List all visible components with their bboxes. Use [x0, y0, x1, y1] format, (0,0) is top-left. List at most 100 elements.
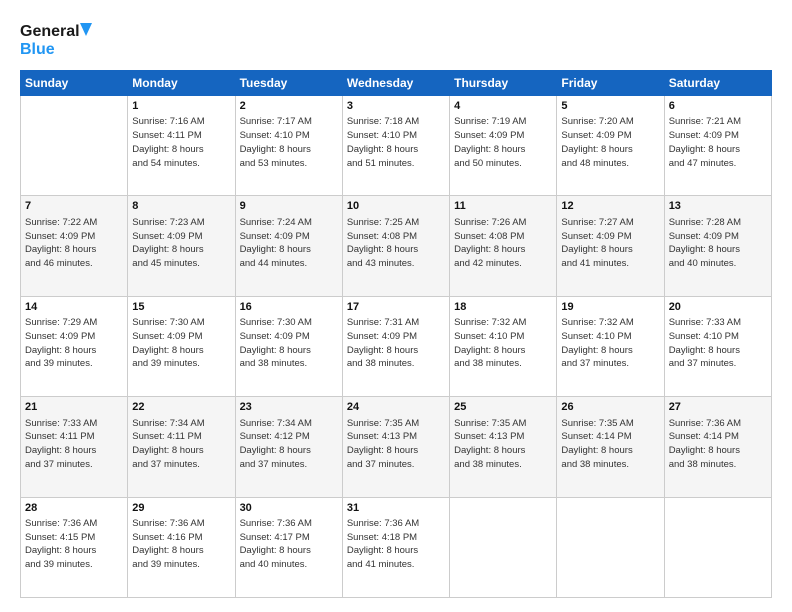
day-number: 28 [25, 501, 123, 516]
day-info: Sunrise: 7:17 AM Sunset: 4:10 PM Dayligh… [240, 115, 338, 170]
calendar-cell: 11 Sunrise: 7:26 AM Sunset: 4:08 PM Dayli… [450, 196, 557, 296]
calendar-body: 1Sunrise: 7:16 AM Sunset: 4:11 PM Daylig… [21, 96, 772, 598]
column-header-saturday: Saturday [664, 71, 771, 96]
day-info: Sunrise: 7:36 AM Sunset: 4:18 PM Dayligh… [347, 517, 445, 572]
day-info: Sunrise: 7:36 AM Sunset: 4:14 PM Dayligh… [669, 417, 767, 472]
day-number: 12 [561, 199, 659, 214]
calendar-cell: 3Sunrise: 7:18 AM Sunset: 4:10 PM Daylig… [342, 96, 449, 196]
week-row-3: 14Sunrise: 7:29 AM Sunset: 4:09 PM Dayli… [21, 296, 772, 396]
day-info: Sunrise: 7:22 AM Sunset: 4:09 PM Dayligh… [25, 216, 123, 271]
calendar-cell: 9 Sunrise: 7:24 AM Sunset: 4:09 PM Daylig… [235, 196, 342, 296]
header: GeneralBlue [20, 18, 772, 60]
day-info: Sunrise: 7:30 AM Sunset: 4:09 PM Dayligh… [240, 316, 338, 371]
calendar-cell: 27 Sunrise: 7:36 AM Sunset: 4:14 PM Dayli… [664, 397, 771, 497]
day-info: Sunrise: 7:31 AM Sunset: 4:09 PM Dayligh… [347, 316, 445, 371]
calendar-cell: 15Sunrise: 7:30 AM Sunset: 4:09 PM Dayli… [128, 296, 235, 396]
day-info: Sunrise: 7:35 AM Sunset: 4:13 PM Dayligh… [454, 417, 552, 472]
day-info: Sunrise: 7:19 AM Sunset: 4:09 PM Dayligh… [454, 115, 552, 170]
day-info: Sunrise: 7:30 AM Sunset: 4:09 PM Dayligh… [132, 316, 230, 371]
day-number: 2 [240, 99, 338, 114]
calendar-cell: 30Sunrise: 7:36 AM Sunset: 4:17 PM Dayli… [235, 497, 342, 597]
column-header-monday: Monday [128, 71, 235, 96]
day-number: 14 [25, 300, 123, 315]
day-info: Sunrise: 7:29 AM Sunset: 4:09 PM Dayligh… [25, 316, 123, 371]
calendar-cell: 28Sunrise: 7:36 AM Sunset: 4:15 PM Dayli… [21, 497, 128, 597]
day-info: Sunrise: 7:35 AM Sunset: 4:13 PM Dayligh… [347, 417, 445, 472]
calendar-cell: 17Sunrise: 7:31 AM Sunset: 4:09 PM Dayli… [342, 296, 449, 396]
day-number: 24 [347, 400, 445, 415]
calendar-cell: 12Sunrise: 7:27 AM Sunset: 4:09 PM Dayli… [557, 196, 664, 296]
calendar-cell: 10 Sunrise: 7:25 AM Sunset: 4:08 PM Dayli… [342, 196, 449, 296]
day-info: Sunrise: 7:33 AM Sunset: 4:10 PM Dayligh… [669, 316, 767, 371]
column-header-tuesday: Tuesday [235, 71, 342, 96]
day-info: Sunrise: 7:16 AM Sunset: 4:11 PM Dayligh… [132, 115, 230, 170]
day-info: Sunrise: 7:28 AM Sunset: 4:09 PM Dayligh… [669, 216, 767, 271]
day-info: Sunrise: 7:18 AM Sunset: 4:10 PM Dayligh… [347, 115, 445, 170]
day-info: Sunrise: 7:35 AM Sunset: 4:14 PM Dayligh… [561, 417, 659, 472]
day-number: 4 [454, 99, 552, 114]
day-info: Sunrise: 7:34 AM Sunset: 4:11 PM Dayligh… [132, 417, 230, 472]
day-number: 1 [132, 99, 230, 114]
column-header-sunday: Sunday [21, 71, 128, 96]
day-number: 29 [132, 501, 230, 516]
calendar-cell: 5Sunrise: 7:20 AM Sunset: 4:09 PM Daylig… [557, 96, 664, 196]
day-number: 10 [347, 199, 445, 214]
day-number: 31 [347, 501, 445, 516]
day-number: 3 [347, 99, 445, 114]
day-number: 15 [132, 300, 230, 315]
calendar-cell: 25 Sunrise: 7:35 AM Sunset: 4:13 PM Dayli… [450, 397, 557, 497]
header-row: SundayMondayTuesdayWednesdayThursdayFrid… [21, 71, 772, 96]
week-row-4: 21Sunrise: 7:33 AM Sunset: 4:11 PM Dayli… [21, 397, 772, 497]
calendar-cell: 20Sunrise: 7:33 AM Sunset: 4:10 PM Dayli… [664, 296, 771, 396]
calendar-cell: 23 Sunrise: 7:34 AM Sunset: 4:12 PM Dayli… [235, 397, 342, 497]
calendar-cell: 19Sunrise: 7:32 AM Sunset: 4:10 PM Dayli… [557, 296, 664, 396]
day-number: 13 [669, 199, 767, 214]
week-row-2: 7 Sunrise: 7:22 AM Sunset: 4:09 PM Daylig… [21, 196, 772, 296]
calendar-cell: 8 Sunrise: 7:23 AM Sunset: 4:09 PM Daylig… [128, 196, 235, 296]
day-info: Sunrise: 7:21 AM Sunset: 4:09 PM Dayligh… [669, 115, 767, 170]
calendar-cell [450, 497, 557, 597]
calendar-cell: 1Sunrise: 7:16 AM Sunset: 4:11 PM Daylig… [128, 96, 235, 196]
svg-text:General: General [20, 23, 80, 40]
calendar-cell: 4Sunrise: 7:19 AM Sunset: 4:09 PM Daylig… [450, 96, 557, 196]
day-number: 7 [25, 199, 123, 214]
day-info: Sunrise: 7:36 AM Sunset: 4:16 PM Dayligh… [132, 517, 230, 572]
day-number: 8 [132, 199, 230, 214]
calendar-cell: 6Sunrise: 7:21 AM Sunset: 4:09 PM Daylig… [664, 96, 771, 196]
day-number: 23 [240, 400, 338, 415]
calendar-cell [664, 497, 771, 597]
day-number: 11 [454, 199, 552, 214]
day-number: 9 [240, 199, 338, 214]
day-info: Sunrise: 7:33 AM Sunset: 4:11 PM Dayligh… [25, 417, 123, 472]
day-info: Sunrise: 7:36 AM Sunset: 4:15 PM Dayligh… [25, 517, 123, 572]
day-number: 27 [669, 400, 767, 415]
svg-text:Blue: Blue [20, 41, 55, 58]
calendar-cell: 2Sunrise: 7:17 AM Sunset: 4:10 PM Daylig… [235, 96, 342, 196]
day-number: 25 [454, 400, 552, 415]
day-info: Sunrise: 7:26 AM Sunset: 4:08 PM Dayligh… [454, 216, 552, 271]
column-header-friday: Friday [557, 71, 664, 96]
week-row-1: 1Sunrise: 7:16 AM Sunset: 4:11 PM Daylig… [21, 96, 772, 196]
calendar-cell: 31Sunrise: 7:36 AM Sunset: 4:18 PM Dayli… [342, 497, 449, 597]
column-header-thursday: Thursday [450, 71, 557, 96]
day-number: 30 [240, 501, 338, 516]
day-info: Sunrise: 7:24 AM Sunset: 4:09 PM Dayligh… [240, 216, 338, 271]
day-info: Sunrise: 7:23 AM Sunset: 4:09 PM Dayligh… [132, 216, 230, 271]
week-row-5: 28Sunrise: 7:36 AM Sunset: 4:15 PM Dayli… [21, 497, 772, 597]
calendar-cell: 26 Sunrise: 7:35 AM Sunset: 4:14 PM Dayli… [557, 397, 664, 497]
day-number: 16 [240, 300, 338, 315]
calendar-cell: 22 Sunrise: 7:34 AM Sunset: 4:11 PM Dayli… [128, 397, 235, 497]
day-info: Sunrise: 7:34 AM Sunset: 4:12 PM Dayligh… [240, 417, 338, 472]
calendar-cell [557, 497, 664, 597]
calendar-cell: 13 Sunrise: 7:28 AM Sunset: 4:09 PM Dayli… [664, 196, 771, 296]
calendar-cell: 29Sunrise: 7:36 AM Sunset: 4:16 PM Dayli… [128, 497, 235, 597]
day-number: 18 [454, 300, 552, 315]
day-info: Sunrise: 7:32 AM Sunset: 4:10 PM Dayligh… [454, 316, 552, 371]
day-info: Sunrise: 7:25 AM Sunset: 4:08 PM Dayligh… [347, 216, 445, 271]
day-number: 22 [132, 400, 230, 415]
day-info: Sunrise: 7:20 AM Sunset: 4:09 PM Dayligh… [561, 115, 659, 170]
day-number: 26 [561, 400, 659, 415]
day-number: 5 [561, 99, 659, 114]
calendar-header: SundayMondayTuesdayWednesdayThursdayFrid… [21, 71, 772, 96]
day-number: 17 [347, 300, 445, 315]
